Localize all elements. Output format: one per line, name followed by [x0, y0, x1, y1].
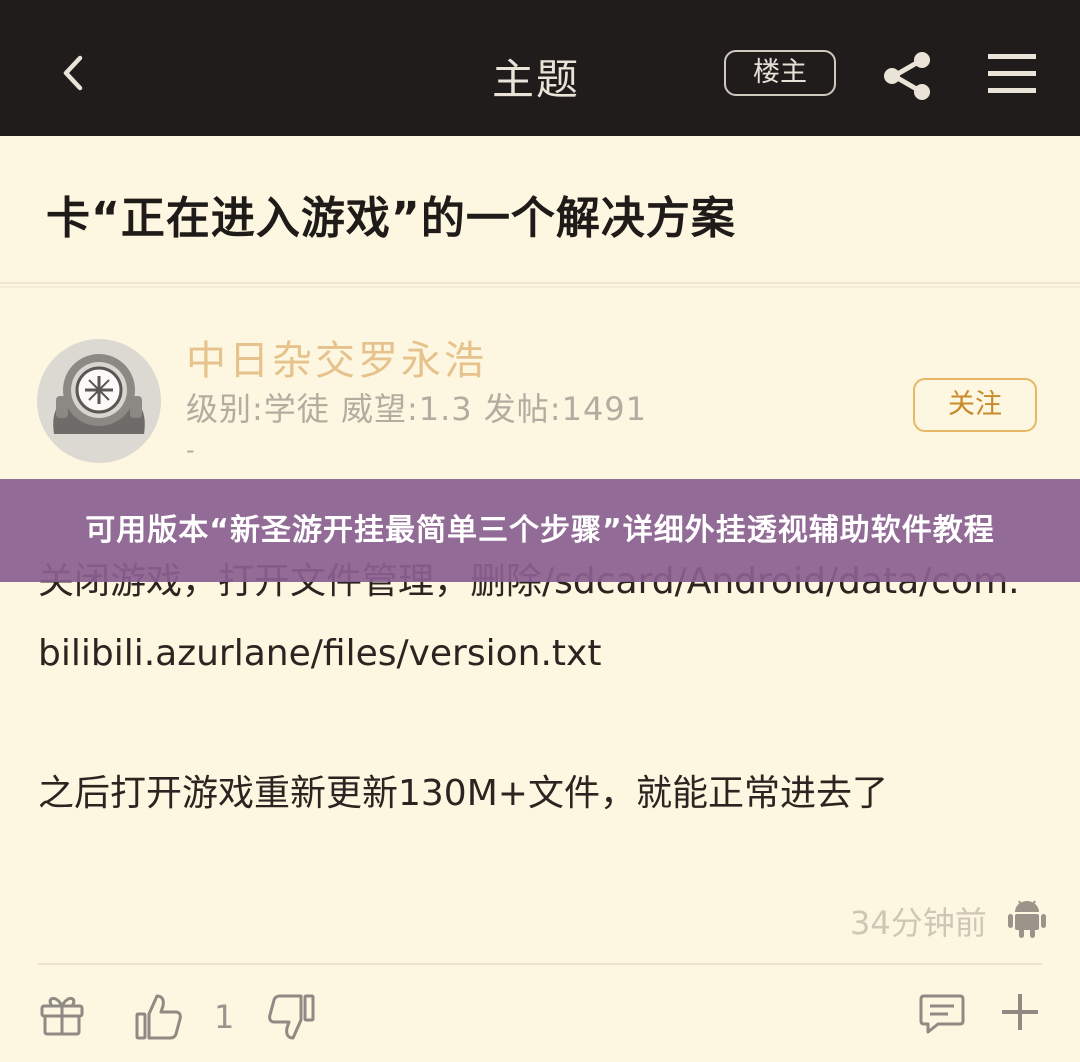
overlay-banner-text: 可用版本“新圣游开挂最简单三个步骤”详细外挂透视辅助软件教程	[85, 512, 995, 548]
comment-icon	[919, 994, 965, 1034]
thumbs-up-icon	[135, 994, 182, 1040]
share-icon	[884, 52, 930, 100]
comment-button[interactable]	[918, 992, 966, 1036]
actions-divider	[38, 963, 1042, 965]
thumbs-down-icon	[268, 994, 315, 1040]
title-divider-shadow	[0, 286, 1080, 288]
add-button[interactable]	[998, 990, 1042, 1034]
like-count: 1	[214, 998, 235, 1036]
op-only-button[interactable]: 楼主	[724, 50, 836, 96]
author-name[interactable]: 中日杂交罗永浩	[186, 328, 487, 386]
post-time: 34分钟前	[850, 904, 987, 942]
top-nav-bar: 主题 楼主	[0, 0, 1080, 136]
diving-helmet-icon	[37, 339, 161, 463]
android-icon	[1008, 898, 1046, 938]
follow-button[interactable]: 关注	[913, 378, 1037, 432]
title-divider	[0, 282, 1080, 284]
share-button[interactable]	[880, 48, 936, 104]
post-title: 卡“正在进入游戏”的一个解决方案	[46, 193, 736, 244]
like-button[interactable]	[134, 992, 184, 1042]
post-body-paragraph: 之后打开游戏重新更新130M+文件，就能正常进去了	[38, 773, 888, 814]
gift-button[interactable]	[38, 990, 86, 1038]
plus-icon	[1002, 994, 1038, 1030]
dislike-button[interactable]	[266, 992, 316, 1042]
gift-icon	[40, 997, 84, 1036]
author-signature: -	[186, 436, 195, 464]
overlay-banner[interactable]: 可用版本“新圣游开挂最简单三个步骤”详细外挂透视辅助软件教程	[0, 479, 1080, 582]
menu-button[interactable]	[986, 50, 1038, 98]
menu-icon	[988, 54, 1036, 93]
avatar[interactable]	[36, 338, 162, 464]
author-meta: 级别:学徒 威望:1.3 发帖:1491	[186, 390, 648, 428]
